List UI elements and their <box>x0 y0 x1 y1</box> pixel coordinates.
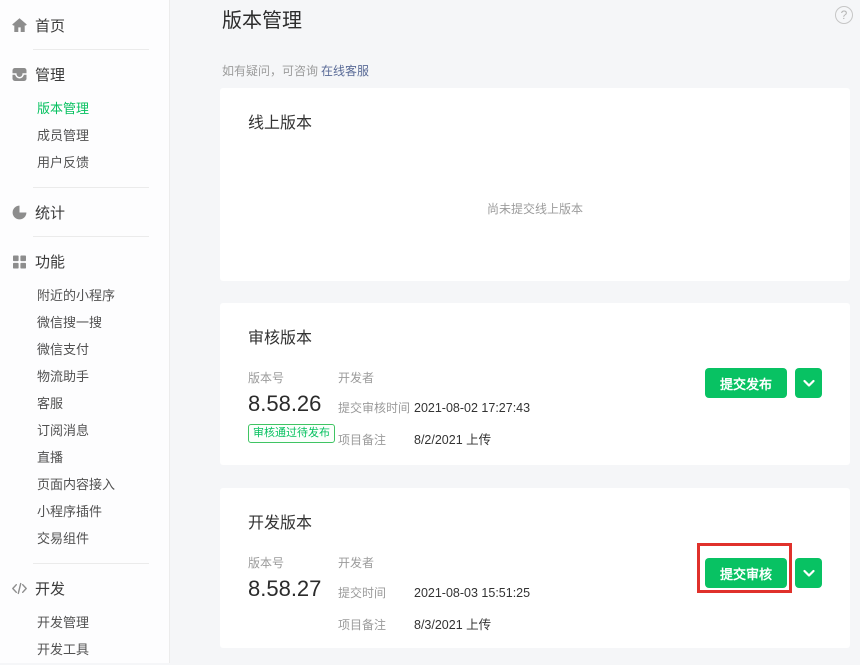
sidebar-item-subscribe-message[interactable]: 订阅消息 <box>0 417 169 444</box>
sidebar-divider <box>33 187 149 188</box>
version-label: 版本号 <box>248 369 338 386</box>
dev-actions: 提交审核 <box>705 558 822 588</box>
developer-row: 开发者 <box>338 369 530 386</box>
chevron-down-icon <box>803 379 815 388</box>
online-version-card: 线上版本 尚未提交线上版本 <box>220 88 850 281</box>
status-badge: 审核通过待发布 <box>248 424 335 443</box>
dev-version-card: 开发版本 版本号 8.58.27 开发者 提交时间 2021-08-03 15:… <box>220 488 850 648</box>
code-icon <box>11 580 28 597</box>
review-version-card: 审核版本 版本号 8.58.26 审核通过待发布 开发者 提交审核时间 2021… <box>220 303 850 465</box>
developer-row: 开发者 <box>338 554 530 571</box>
review-version-meta: 版本号 8.58.26 审核通过待发布 开发者 提交审核时间 2021-08-0… <box>248 369 530 461</box>
online-service-link[interactable]: 在线客服 <box>321 64 369 78</box>
details-column: 开发者 提交审核时间 2021-08-02 17:27:43 项目备注 8/2/… <box>338 369 530 461</box>
review-dropdown-button[interactable] <box>795 558 822 588</box>
card-title: 线上版本 <box>248 109 312 133</box>
submit-time-value: 2021-08-02 17:27:43 <box>414 401 530 415</box>
sidebar-item-trade-component[interactable]: 交易组件 <box>0 525 169 552</box>
submit-review-button[interactable]: 提交审核 <box>705 558 787 588</box>
notice-bar: 如有疑问，可咨询在线客服 <box>222 62 369 79</box>
submit-time-value: 2021-08-03 15:51:25 <box>414 586 530 600</box>
project-note-label: 项目备注 <box>338 431 414 448</box>
developer-label: 开发者 <box>338 554 414 571</box>
sidebar-item-nearby-miniprogram[interactable]: 附近的小程序 <box>0 282 169 309</box>
submit-time-label: 提交审核时间 <box>338 399 414 416</box>
features-sub-list: 附近的小程序 微信搜一搜 微信支付 物流助手 客服 订阅消息 直播 页面内容接入… <box>0 276 169 554</box>
version-number: 8.58.26 <box>248 391 338 417</box>
sidebar-item-manage[interactable]: 管理 <box>0 59 169 89</box>
sidebar-item-stats[interactable]: 统计 <box>0 197 169 227</box>
release-dropdown-button[interactable] <box>795 368 822 398</box>
sidebar-item-user-feedback[interactable]: 用户反馈 <box>0 149 169 176</box>
sidebar-item-wechat-search[interactable]: 微信搜一搜 <box>0 309 169 336</box>
developer-label: 开发者 <box>338 369 414 386</box>
empty-state-text: 尚未提交线上版本 <box>220 200 850 217</box>
home-icon <box>11 17 28 34</box>
sidebar-item-member-manage[interactable]: 成员管理 <box>0 122 169 149</box>
grid-icon <box>11 253 28 270</box>
sidebar-item-develop[interactable]: 开发 <box>0 573 169 603</box>
project-note-value: 8/3/2021 上传 <box>414 614 491 633</box>
main-content: 版本管理 ? 如有疑问，可咨询在线客服 线上版本 尚未提交线上版本 审核版本 版… <box>170 0 860 663</box>
version-number: 8.58.27 <box>248 576 338 602</box>
submit-time-row: 提交审核时间 2021-08-02 17:27:43 <box>338 399 530 416</box>
project-note-label: 项目备注 <box>338 616 414 633</box>
inbox-icon <box>11 66 28 83</box>
version-column: 版本号 8.58.26 审核通过待发布 <box>248 369 338 461</box>
sidebar-item-customer-service[interactable]: 客服 <box>0 390 169 417</box>
develop-sub-list: 开发管理 开发工具 <box>0 603 169 665</box>
sidebar-item-miniprogram-plugin[interactable]: 小程序插件 <box>0 498 169 525</box>
sidebar-divider <box>33 563 149 564</box>
version-label: 版本号 <box>248 554 338 571</box>
sidebar: 首页 管理 版本管理 成员管理 用户反馈 统计 功能 附近的小程序 微信搜一搜 … <box>0 0 170 663</box>
submit-time-label: 提交时间 <box>338 584 414 601</box>
details-column: 开发者 提交时间 2021-08-03 15:51:25 项目备注 8/3/20… <box>338 554 530 646</box>
card-title: 审核版本 <box>248 324 312 348</box>
project-note-row: 项目备注 8/2/2021 上传 <box>338 429 530 448</box>
sidebar-item-page-content-access[interactable]: 页面内容接入 <box>0 471 169 498</box>
sidebar-item-version-manage[interactable]: 版本管理 <box>0 95 169 122</box>
sidebar-divider <box>33 236 149 237</box>
sidebar-item-label: 管理 <box>35 64 65 85</box>
submit-release-button[interactable]: 提交发布 <box>705 368 787 398</box>
submit-time-row: 提交时间 2021-08-03 15:51:25 <box>338 584 530 601</box>
notice-text: 如有疑问，可咨询 <box>222 64 318 78</box>
project-note-value: 8/2/2021 上传 <box>414 429 491 448</box>
sidebar-divider <box>33 49 149 50</box>
dev-version-meta: 版本号 8.58.27 开发者 提交时间 2021-08-03 15:51:25… <box>248 554 530 646</box>
pie-chart-icon <box>11 204 28 221</box>
sidebar-item-wechat-pay[interactable]: 微信支付 <box>0 336 169 363</box>
sidebar-item-develop-manage[interactable]: 开发管理 <box>0 609 169 636</box>
sidebar-item-label: 开发 <box>35 578 65 599</box>
review-actions: 提交发布 <box>705 368 822 398</box>
sidebar-item-features[interactable]: 功能 <box>0 246 169 276</box>
sidebar-item-label: 功能 <box>35 251 65 272</box>
sidebar-item-logistics-helper[interactable]: 物流助手 <box>0 363 169 390</box>
card-title: 开发版本 <box>248 509 312 533</box>
chevron-down-icon <box>803 569 815 578</box>
project-note-row: 项目备注 8/3/2021 上传 <box>338 614 530 633</box>
sidebar-item-label: 首页 <box>35 15 65 36</box>
sidebar-item-home[interactable]: 首页 <box>0 10 169 40</box>
help-icon[interactable]: ? <box>835 6 853 24</box>
sidebar-item-live[interactable]: 直播 <box>0 444 169 471</box>
manage-sub-list: 版本管理 成员管理 用户反馈 <box>0 89 169 178</box>
page-title: 版本管理 <box>222 4 302 33</box>
version-column: 版本号 8.58.27 <box>248 554 338 646</box>
sidebar-item-develop-tools[interactable]: 开发工具 <box>0 636 169 663</box>
sidebar-item-label: 统计 <box>35 202 65 223</box>
